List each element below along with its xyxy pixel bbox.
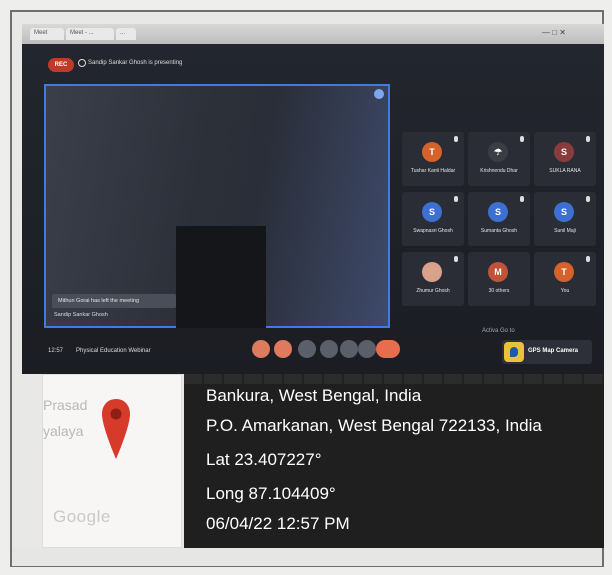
gps-camera-name: GPS Map Camera (528, 348, 579, 354)
meeting-title: Physical Education Webinar (76, 348, 151, 354)
mic-off-icon (454, 196, 458, 202)
others-tile[interactable]: M 30 others (468, 252, 530, 306)
participant-tile[interactable]: ☂ Krishnendu Dhar (468, 132, 530, 186)
avatar: S (488, 202, 508, 222)
mic-off-icon (520, 196, 524, 202)
google-logo: Google (53, 507, 111, 526)
participant-name: Tushar Kanti Haldar (410, 168, 456, 174)
participant-tile[interactable]: S Swapnasri Ghosh (402, 192, 464, 246)
participant-name: Sunil Maji (554, 228, 576, 234)
mic-off-icon (454, 256, 458, 262)
avatar: T (554, 262, 574, 282)
left-meeting-notification: Mithun Gorai has left the meeting (52, 294, 176, 308)
participant-tile[interactable]: Zhumur Ghosh (402, 252, 464, 306)
avatar: M (488, 262, 508, 282)
mic-off-icon (586, 256, 590, 262)
participant-tile[interactable]: T Tushar Kanti Haldar (402, 132, 464, 186)
mic-off-icon (586, 136, 590, 142)
mic-button[interactable] (252, 340, 270, 358)
browser-tab[interactable]: Meet - ... (66, 28, 114, 40)
longitude: Long 87.104409° (206, 484, 336, 503)
avatar: S (422, 202, 442, 222)
record-badge: REC (48, 58, 74, 72)
meet-window: REC Sandip Sankar Ghosh is presenting Mi… (22, 44, 604, 374)
address: P.O. Amarkanan, West Bengal 722133, Indi… (206, 416, 542, 435)
umbrella-icon: ☂ (488, 142, 508, 162)
browser-tab[interactable]: Meet (30, 28, 64, 40)
others-count: 30 others (488, 288, 510, 294)
latitude: Lat 23.407227° (206, 450, 322, 469)
map-thumbnail: Prasad yalaya Google (42, 374, 182, 548)
photo-background: Meet Meet - ... ... — □ ✕ REC Sandip San… (0, 0, 612, 575)
datetime: 06/04/22 12:57 PM (206, 514, 350, 533)
monitor-screen: Meet Meet - ... ... — □ ✕ REC Sandip San… (22, 24, 604, 374)
activate-windows-watermark: Activa Go to (482, 328, 515, 334)
map-label: Prasad (43, 397, 88, 413)
participant-name: Sumanta Ghosh (480, 228, 518, 234)
avatar (422, 262, 442, 282)
participant-name: Zhumur Ghosh (416, 288, 450, 294)
end-call-button[interactable] (376, 340, 400, 358)
participant-name: Swapnasri Ghosh (413, 228, 453, 234)
participant-tile[interactable]: S Sunil Maji (534, 192, 596, 246)
self-tile[interactable]: T You (534, 252, 596, 306)
raise-hand-button[interactable] (320, 340, 338, 358)
mic-off-icon (586, 196, 590, 202)
participant-name: Krishnendu Dhar (480, 168, 518, 174)
browser-tab[interactable]: ... (116, 28, 136, 40)
presenter-name: Sandip Sankar Ghosh (54, 312, 108, 318)
window-controls[interactable]: — □ ✕ (542, 28, 566, 37)
gps-camera-badge: GPS Map Camera (502, 340, 592, 364)
avatar: S (554, 202, 574, 222)
shared-screen-content (176, 226, 266, 328)
presenting-icon (78, 59, 86, 67)
presenting-text: Sandip Sankar Ghosh is presenting (88, 60, 183, 66)
participant-tile[interactable]: S SUKLA RANA (534, 132, 596, 186)
camera-button[interactable] (274, 340, 292, 358)
mic-off-icon (454, 136, 458, 142)
location-pin-icon (102, 399, 130, 459)
mic-off-icon (520, 136, 524, 142)
presentation-view[interactable]: Mithun Gorai has left the meeting Sandip… (44, 84, 390, 328)
location-info-panel: Bankura, West Bengal, India P.O. Amarkan… (184, 374, 604, 548)
captions-button[interactable] (298, 340, 316, 358)
photo-bottom-margin (12, 548, 602, 566)
avatar: T (422, 142, 442, 162)
participant-name: SUKLA RANA (549, 168, 581, 174)
map-label: yalaya (43, 423, 84, 439)
participant-tile[interactable]: S Sumanta Ghosh (468, 192, 530, 246)
gps-camera-logo-icon (504, 342, 524, 362)
browser-tab-bar: Meet Meet - ... ... — □ ✕ (22, 24, 604, 44)
participant-name: You (560, 288, 570, 294)
keyboard-edge (184, 374, 604, 384)
pin-icon[interactable] (374, 89, 384, 99)
avatar: S (554, 142, 574, 162)
meeting-time: 12:57 (48, 348, 64, 354)
place-name: Bankura, West Bengal, India (206, 386, 422, 405)
more-options-button[interactable] (358, 340, 376, 358)
present-button[interactable] (340, 340, 358, 358)
